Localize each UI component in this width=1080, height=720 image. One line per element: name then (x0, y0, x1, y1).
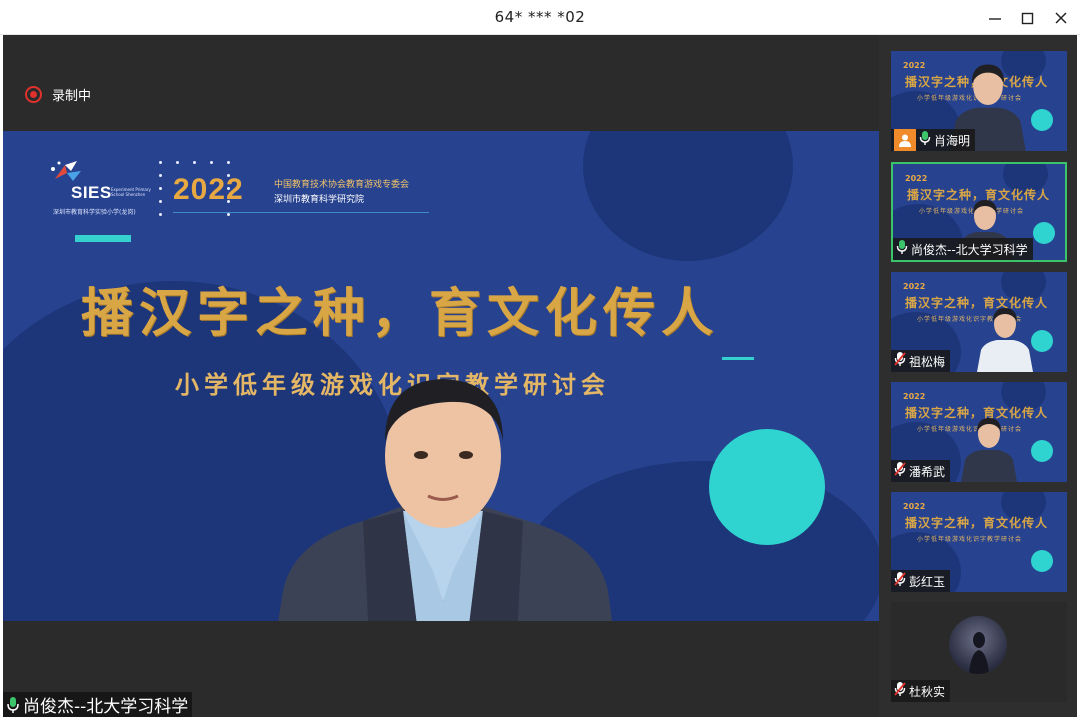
dot (210, 161, 213, 164)
main-video-stage[interactable]: 录制中 SIES Experiment Primary School Shenz… (3, 35, 879, 717)
close-button[interactable] (1046, 4, 1076, 32)
slide-teal-circle (1031, 440, 1053, 462)
participant-name: 彭红玉 (909, 574, 946, 589)
thumb-slide-year: 2022 (903, 502, 926, 511)
participant-name: 肖海明 (934, 133, 971, 148)
slide-divider (173, 212, 429, 213)
dot (159, 213, 162, 216)
maximize-button[interactable] (1013, 4, 1043, 32)
thumb-slide-subheadline: 小学低年级游戏化识字教学研讨会 (917, 536, 1023, 543)
record-icon (25, 86, 42, 103)
participant-tile[interactable]: 2022 播汉字之种，育文化传人 小学低年级游戏化识字教学研讨会 祖松梅 (891, 272, 1067, 372)
participant-video (961, 418, 1017, 482)
logo-tagline: Experiment Primary School Shenzhen (111, 187, 151, 197)
participant-tile[interactable]: 杜秋实 (891, 602, 1067, 702)
thumb-slide-year: 2022 (903, 282, 926, 291)
user-avatar-icon (894, 129, 916, 151)
shared-slide: SIES Experiment Primary School Shenzhen … (3, 131, 879, 621)
participant-tile[interactable]: 2022播汉字之种，育文化传人小学低年级游戏化识字教学研讨会肖海明 (891, 51, 1067, 151)
thumb-slide-year: 2022 (905, 174, 928, 183)
minimize-icon (989, 18, 1001, 20)
participant-name: 杜秋实 (909, 684, 946, 699)
dot (193, 161, 196, 164)
slide-org-line-2: 深圳市教育科学研究院 (274, 195, 365, 205)
participant-tile[interactable]: 2022 播汉字之种，育文化传人 小学低年级游戏化识字教学研讨会 尚俊杰--北大学习科… (891, 162, 1067, 262)
thumb-slide-year: 2022 (903, 392, 926, 401)
recording-label: 录制中 (52, 89, 92, 104)
slide-teal-circle (1031, 550, 1053, 572)
slide-teal-circle (1031, 109, 1053, 131)
mic-on-icon (6, 696, 20, 714)
meeting-content: 录制中 SIES Experiment Primary School Shenz… (3, 35, 1077, 717)
participant-name: 尚俊杰--北大学习科学 (911, 242, 1028, 257)
slide-teal-dash (722, 357, 754, 360)
participant-name-tag: 潘希武 (891, 460, 951, 482)
dot (227, 213, 230, 216)
slide-headline: 播汉字之种，育文化传人 (81, 283, 720, 344)
thumb-slide-year: 2022 (903, 61, 926, 70)
recording-indicator: 录制中 (25, 85, 91, 104)
dot (227, 161, 230, 164)
minimize-button[interactable] (980, 4, 1010, 32)
school-logo: SIES Experiment Primary School Shenzhen … (47, 159, 151, 219)
dot (159, 200, 162, 203)
close-icon (1055, 12, 1067, 24)
mic-muted-icon (894, 351, 906, 371)
participant-name-tag: 肖海明 (891, 129, 976, 151)
participant-tile[interactable]: 2022 播汉字之种，育文化传人 小学低年级游戏化识字教学研讨会 潘希武 (891, 382, 1067, 482)
main-speaker-name-tag: 尚俊杰--北大学习科学 (3, 692, 193, 717)
mic-muted-icon (894, 571, 906, 591)
participant-name-tag: 彭红玉 (891, 570, 951, 592)
participant-name: 潘希武 (909, 464, 946, 479)
mic-on-icon (896, 239, 908, 259)
participant-tile[interactable]: 2022 播汉字之种，育文化传人小学低年级游戏化识字教学研讨会彭红玉 (891, 492, 1067, 592)
window-title: 64* *** *02 (494, 8, 586, 26)
participant-name-tag: 尚俊杰--北大学习科学 (893, 238, 1033, 260)
presenter-video (278, 379, 613, 621)
maximize-icon (1021, 12, 1034, 25)
logo-subtitle: 深圳市教育科学实验小学(龙岗) (53, 209, 136, 216)
participants-panel: 2022播汉字之种，育文化传人小学低年级游戏化识字教学研讨会肖海明2022播汉字… (879, 35, 1077, 717)
slide-year: 2022 (173, 173, 244, 206)
dot (159, 187, 162, 190)
slide-org-line-1: 中国教育技术协会教育游戏专委会 (274, 180, 410, 190)
participant-avatar (949, 616, 1007, 674)
dot (159, 174, 162, 177)
slide-teal-circle (709, 429, 825, 545)
dot (159, 161, 162, 164)
slide-teal-circle (1033, 222, 1055, 244)
participant-name: 祖松梅 (909, 354, 946, 369)
participant-video (977, 308, 1033, 372)
mic-muted-icon (894, 461, 906, 481)
window-titlebar: 64* *** *02 (0, 0, 1080, 35)
participant-name-tag: 杜秋实 (891, 680, 951, 702)
main-speaker-name: 尚俊杰--北大学习科学 (23, 697, 189, 717)
dot (176, 161, 179, 164)
logo-text: SIES (71, 183, 112, 202)
thumb-slide-headline: 播汉字之种，育文化传人 (905, 516, 1049, 530)
slide-decoration-circle (583, 131, 793, 261)
participant-name-tag: 祖松梅 (891, 350, 951, 372)
slide-teal-bar (75, 235, 131, 242)
mic-muted-icon (894, 681, 906, 701)
mic-on-icon (919, 130, 931, 150)
